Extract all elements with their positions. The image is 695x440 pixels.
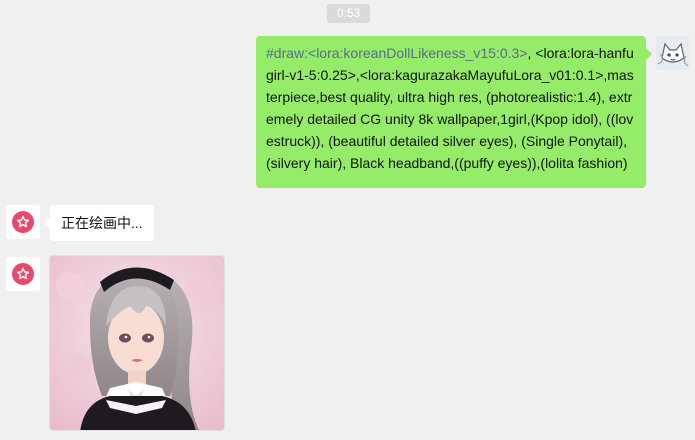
prompt-text: , <lora:lora-hanfugirl-v1-5:0.25>,<lora:… xyxy=(266,45,634,171)
generated-image-message[interactable] xyxy=(49,255,225,431)
star-badge-icon xyxy=(12,263,34,285)
portrait-image xyxy=(50,256,224,430)
cat-sketch-icon xyxy=(656,36,690,70)
chat-window: 0:53 #draw:<lora:koreanDollLikeness_v15:… xyxy=(0,0,695,440)
user-avatar[interactable] xyxy=(656,36,690,70)
outgoing-message-bubble[interactable]: #draw:<lora:koreanDollLikeness_v15:0.3>,… xyxy=(256,36,652,188)
draw-command-text: #draw:<lora:koreanDollLikeness_v15:0.3> xyxy=(266,45,528,61)
bot-avatar[interactable] xyxy=(6,257,40,291)
message-timestamp: 0:53 xyxy=(327,4,370,23)
star-badge-icon xyxy=(12,211,34,233)
incoming-message-bubble[interactable]: 正在绘画中... xyxy=(44,205,154,241)
bot-avatar[interactable] xyxy=(6,205,40,239)
